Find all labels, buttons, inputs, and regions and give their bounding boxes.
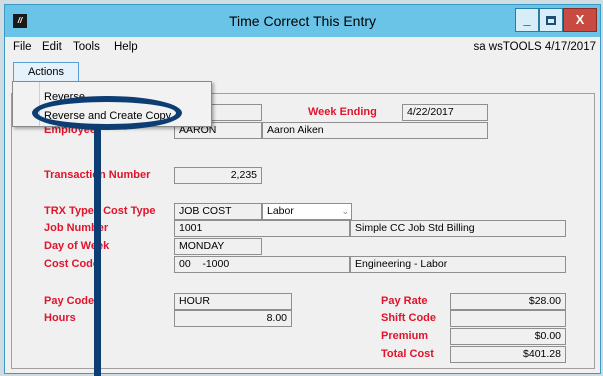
minimize-button[interactable]: _: [515, 8, 539, 32]
transaction-number-field[interactable]: 2,235: [174, 167, 262, 184]
menu-bar: File Edit Tools Help sa wsTOOLS 4/17/201…: [5, 37, 600, 59]
menu-edit[interactable]: Edit: [42, 41, 62, 53]
job-description-field: Simple CC Job Std Billing: [350, 220, 566, 237]
cost-code-label: Cost Code: [44, 258, 99, 270]
week-ending-field[interactable]: 4/22/2017: [402, 104, 488, 121]
chevron-down-icon[interactable]: ⌄: [341, 204, 349, 219]
title-bar[interactable]: // Time Correct This Entry _ X: [5, 5, 600, 37]
close-button[interactable]: X: [563, 8, 597, 32]
highlight-oval: [32, 96, 182, 130]
cost-code-description-field: Engineering - Labor: [350, 256, 566, 273]
employee-name-field: Aaron Aiken: [262, 122, 488, 139]
week-ending-label: Week Ending: [308, 106, 377, 118]
hours-label: Hours: [44, 312, 76, 324]
menu-tools[interactable]: Tools: [73, 41, 100, 53]
maximize-icon: [546, 16, 556, 26]
total-cost-field: $401.28: [450, 346, 566, 363]
day-of-week-field: MONDAY: [174, 238, 262, 255]
menu-file[interactable]: File: [13, 41, 32, 53]
trx-type-field[interactable]: JOB COST: [174, 203, 262, 220]
cost-type-select[interactable]: Labor ⌄: [262, 203, 352, 220]
cost-type-value: Labor: [267, 205, 294, 217]
cost-code-field[interactable]: 00 -1000: [174, 256, 350, 273]
hours-field[interactable]: 8.00: [174, 310, 292, 327]
shift-code-label: Shift Code: [381, 312, 436, 324]
shift-code-field[interactable]: [450, 310, 566, 327]
window-title: Time Correct This Entry: [228, 13, 377, 29]
actions-button[interactable]: Actions: [13, 62, 79, 82]
premium-field[interactable]: $0.00: [450, 328, 566, 345]
pay-rate-field[interactable]: $28.00: [450, 293, 566, 310]
menu-help[interactable]: Help: [114, 41, 138, 53]
maximize-button[interactable]: [539, 8, 563, 32]
total-cost-label: Total Cost: [381, 348, 434, 360]
pay-code-field[interactable]: HOUR: [174, 293, 292, 310]
premium-label: Premium: [381, 330, 429, 342]
pay-code-label: Pay Code: [44, 295, 95, 307]
pay-rate-label: Pay Rate: [381, 295, 428, 307]
job-number-field[interactable]: 1001: [174, 220, 350, 237]
highlight-pointer-line: [94, 127, 101, 376]
status-user-date: sa wsTOOLS 4/17/2017: [473, 41, 596, 53]
